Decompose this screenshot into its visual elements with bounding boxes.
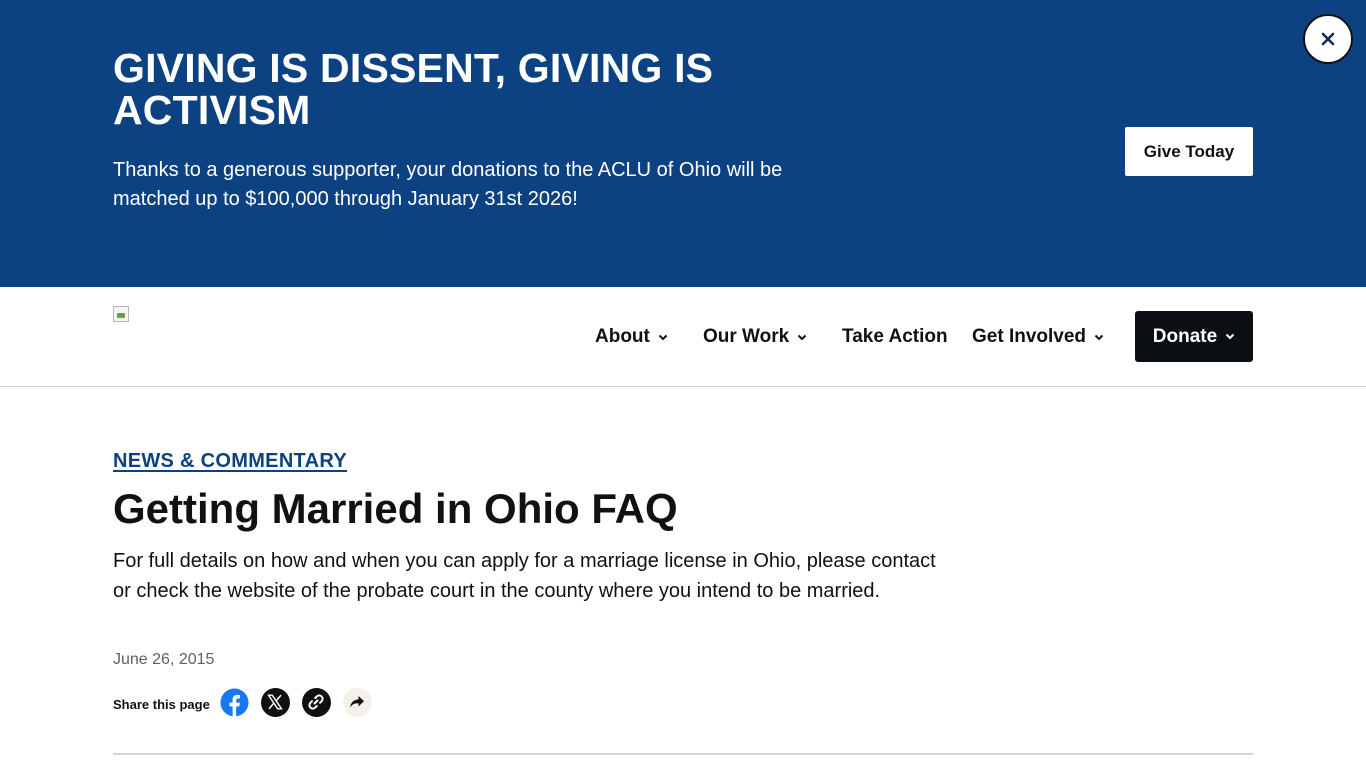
copy-link-button[interactable] [301,687,331,717]
nav-item-label: Take Action [842,326,948,347]
chevron-down-icon [1225,333,1235,340]
nav-item-get-involved[interactable]: Get Involved [972,325,1104,349]
nav-item-take-action[interactable]: Take Action [842,325,948,349]
banner-body: Thanks to a generous supporter, your don… [113,159,783,210]
kicker-link[interactable]: NEWS & COMMENTARY [113,450,347,473]
nav-item-label: Get Involved [972,326,1087,347]
share-label: Share this page [113,696,210,712]
chevron-down-icon [798,334,807,340]
nav-item-our-work[interactable]: Our Work [703,325,807,349]
give-today-button[interactable]: Give Today [1125,127,1253,176]
banner-heading: GIVING IS DISSENT, GIVING IS ACTIVISM [113,45,714,133]
share-facebook-button[interactable] [220,688,249,717]
content-divider [113,753,1253,755]
share-arrow-icon [350,696,365,708]
site-header: About Our Work Take Action Get Involved … [0,287,1366,387]
close-icon [1321,32,1335,46]
share-x-button[interactable] [260,687,290,717]
chevron-down-icon [658,334,668,340]
donate-button[interactable]: Donate [1135,311,1253,362]
link-icon [308,694,324,710]
chevron-down-icon [1094,334,1104,340]
nav-item-label: Our Work [703,326,790,347]
share-bar: Share this page [113,686,384,718]
article-dek: For full details on how and when you can… [113,550,936,602]
main-nav: About Our Work Take Action Get Involved … [0,287,1366,387]
publish-date: June 26, 2015 [113,651,215,668]
donate-label: Donate [1152,325,1218,347]
close-banner-button[interactable] [1303,14,1353,64]
nav-item-about[interactable]: About [595,325,668,349]
x-twitter-icon [267,694,284,710]
facebook-icon [220,688,249,717]
page-title: Getting Married in Ohio FAQ [113,485,678,532]
donation-banner: GIVING IS DISSENT, GIVING IS ACTIVISM Th… [0,0,1366,287]
nav-item-label: About [595,326,650,347]
share-more-button[interactable] [342,687,372,717]
